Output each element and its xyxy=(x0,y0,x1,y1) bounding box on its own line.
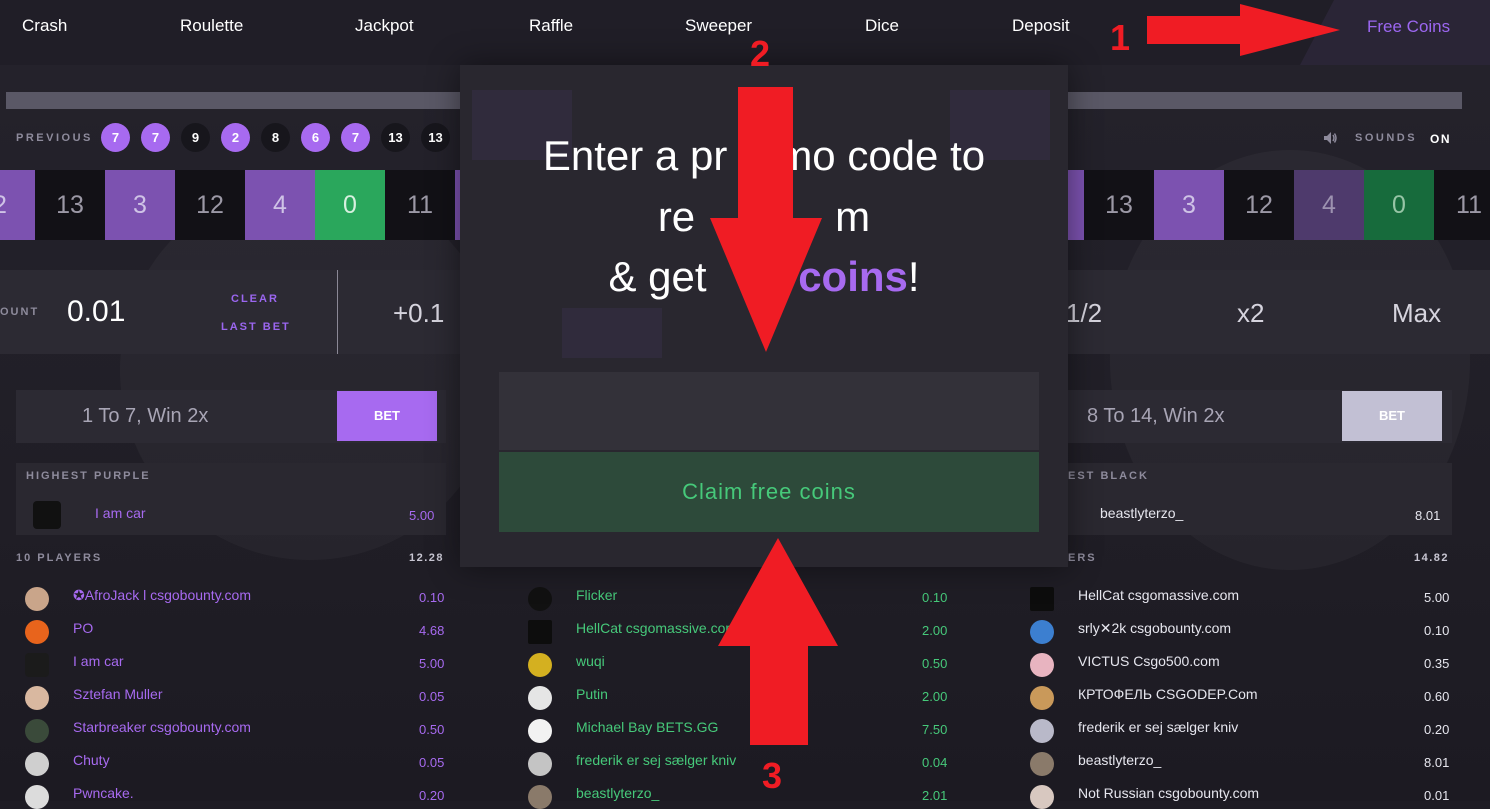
annotation-number: 3 xyxy=(762,755,783,796)
annotation-number: 2 xyxy=(750,33,771,74)
arrow-down-icon xyxy=(710,87,822,352)
arrow-up-icon xyxy=(718,538,838,745)
annotation-overlay xyxy=(710,4,1340,745)
annotation-number: 1 xyxy=(1110,17,1131,58)
arrow-right-icon xyxy=(1147,4,1340,56)
